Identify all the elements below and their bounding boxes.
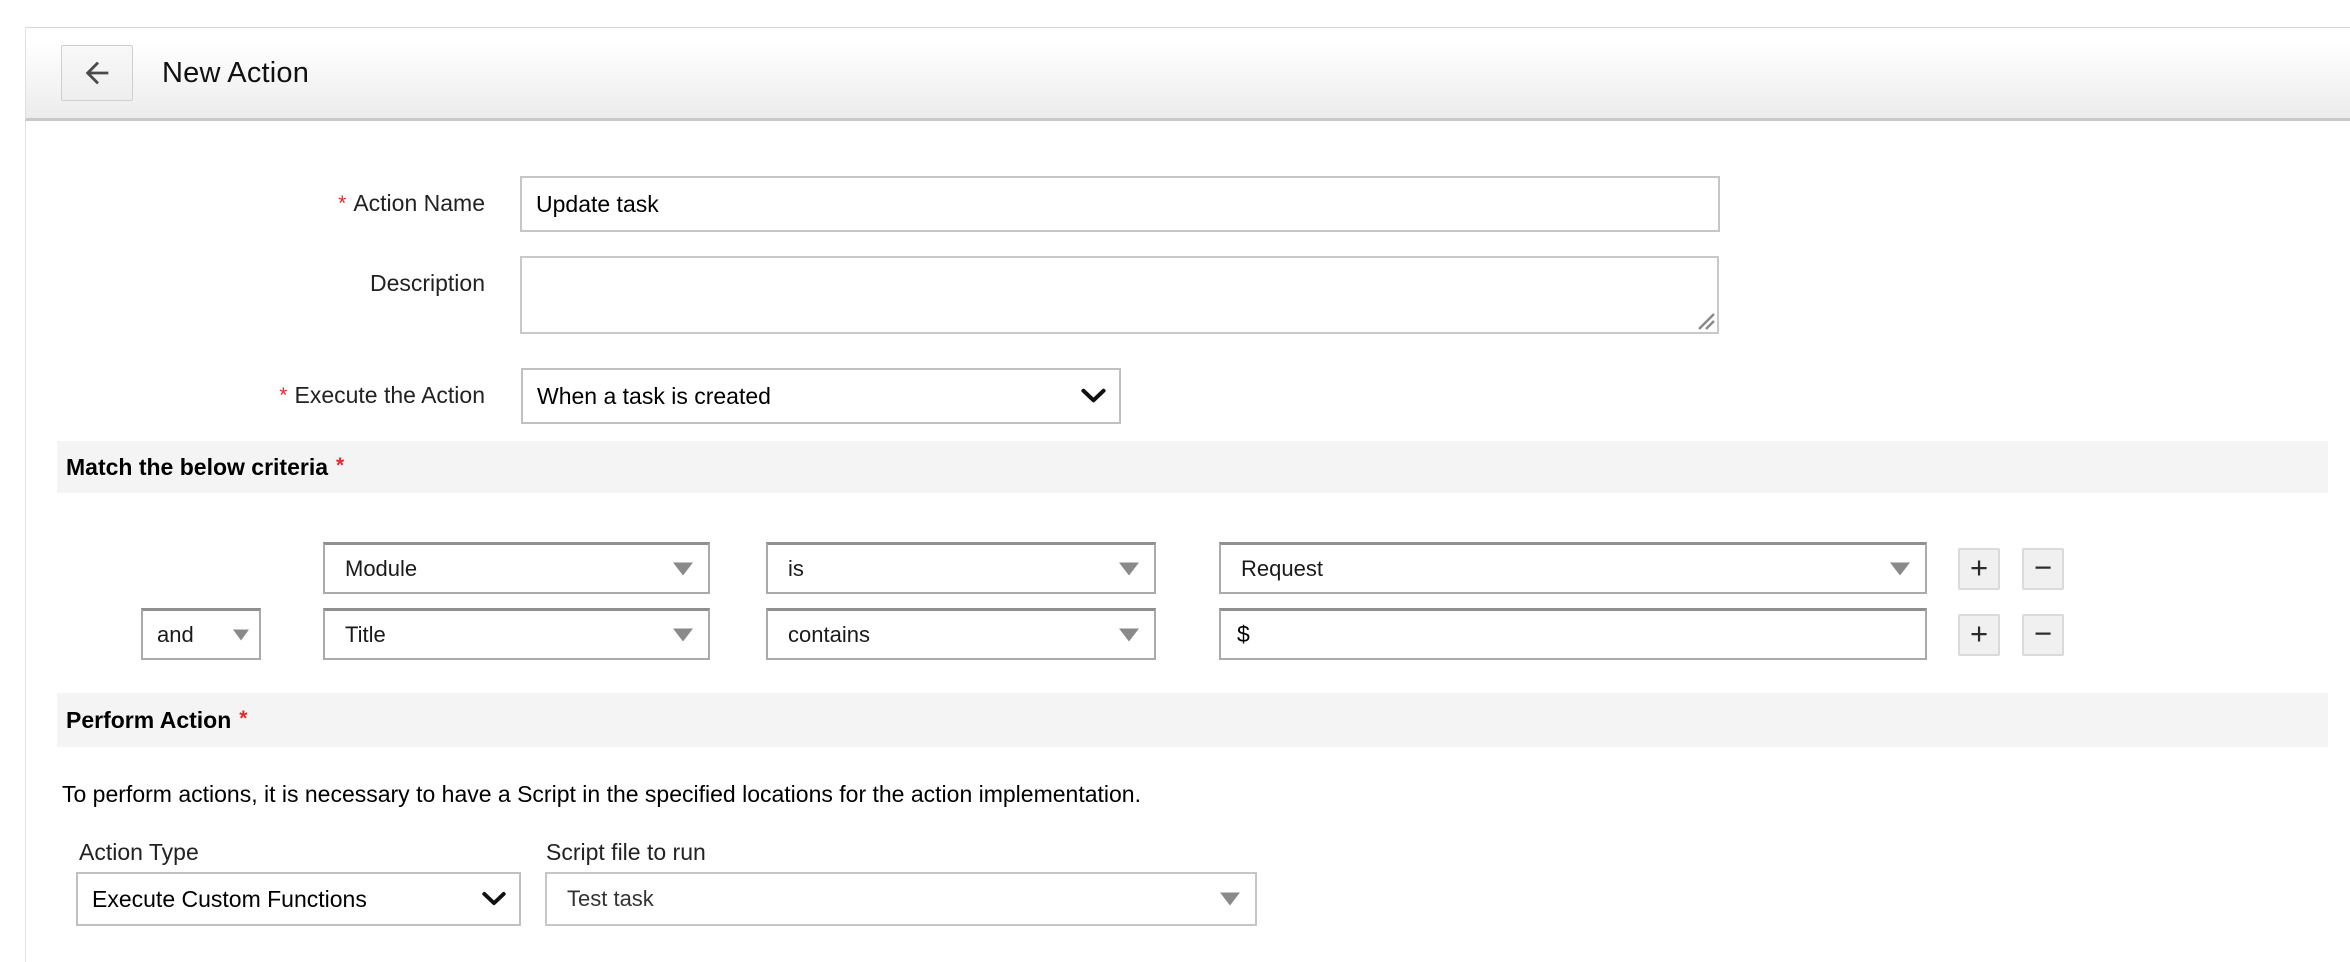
back-button[interactable]	[61, 45, 133, 101]
add-criteria-button[interactable]: +	[1958, 614, 2000, 656]
description-textarea[interactable]	[520, 256, 1719, 334]
dropdown-arrow-icon	[233, 629, 249, 640]
arrow-left-icon	[80, 56, 114, 90]
dropdown-arrow-icon	[673, 562, 693, 575]
dropdown-arrow-icon	[673, 628, 693, 641]
required-marker: *	[338, 192, 346, 215]
resize-handle-icon[interactable]	[1696, 311, 1716, 331]
dropdown-arrow-icon	[1220, 893, 1240, 906]
content-left-border	[25, 121, 26, 962]
action-name-label: *Action Name	[0, 190, 485, 217]
criteria-value-input[interactable]	[1219, 608, 1927, 660]
chevron-down-icon	[482, 892, 506, 907]
action-type-select[interactable]: Execute Custom Functions	[76, 872, 521, 926]
execute-action-label: *Execute the Action	[0, 382, 485, 409]
add-criteria-button[interactable]: +	[1958, 548, 2000, 590]
perform-action-note: To perform actions, it is necessary to h…	[62, 781, 1141, 808]
criteria-value-dropdown[interactable]: Request	[1219, 542, 1927, 594]
dropdown-arrow-icon	[1890, 562, 1910, 575]
match-criteria-title: Match the below criteria	[66, 454, 328, 481]
execute-action-selected-value: When a task is created	[537, 383, 771, 410]
criteria-field-dropdown[interactable]: Module	[323, 542, 710, 594]
page-header: New Action	[25, 27, 2350, 121]
dropdown-arrow-icon	[1119, 562, 1139, 575]
description-label: Description	[0, 270, 485, 297]
action-type-label: Action Type	[79, 839, 199, 866]
criteria-operator-dropdown[interactable]: is	[766, 542, 1156, 594]
action-type-selected-value: Execute Custom Functions	[92, 886, 367, 913]
required-marker: *	[239, 707, 247, 731]
match-criteria-section-header: Match the below criteria *	[57, 441, 2328, 493]
page-title: New Action	[162, 57, 309, 90]
criteria-operator-dropdown[interactable]: contains	[766, 608, 1156, 660]
dropdown-arrow-icon	[1119, 628, 1139, 641]
script-file-label: Script file to run	[546, 839, 706, 866]
description-field-wrap	[520, 256, 1719, 334]
remove-criteria-button[interactable]: −	[2022, 614, 2064, 656]
perform-action-section-header: Perform Action *	[57, 693, 2328, 747]
remove-criteria-button[interactable]: −	[2022, 548, 2064, 590]
required-marker: *	[336, 454, 344, 478]
required-marker: *	[279, 384, 287, 407]
perform-action-title: Perform Action	[66, 707, 231, 734]
new-action-page: New Action *Action Name Description *Exe…	[0, 0, 2350, 962]
execute-action-select[interactable]: When a task is created	[521, 368, 1121, 424]
chevron-down-icon	[1081, 388, 1106, 404]
script-file-dropdown[interactable]: Test task	[545, 872, 1257, 926]
criteria-conjunction-dropdown[interactable]: and	[141, 608, 261, 660]
action-name-input[interactable]	[520, 176, 1720, 232]
criteria-field-dropdown[interactable]: Title	[323, 608, 710, 660]
